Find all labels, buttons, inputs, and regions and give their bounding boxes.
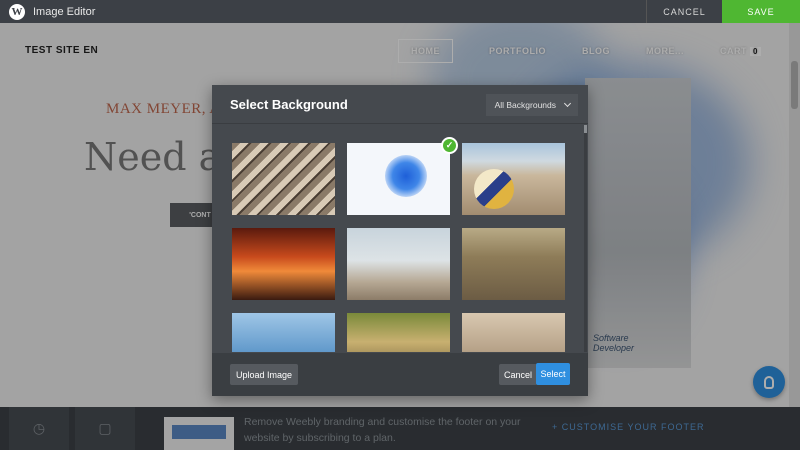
background-thumbnail-sunset-cyclist[interactable]	[232, 228, 335, 300]
cancel-button[interactable]: CANCEL	[646, 0, 722, 23]
background-thumbnail-road-cyclist[interactable]	[462, 228, 565, 300]
selected-checkmark-icon: ✓	[441, 137, 458, 154]
modal-scrollbar[interactable]	[584, 125, 587, 352]
background-thumbnail-volleyball[interactable]	[462, 143, 565, 215]
modal-select-button[interactable]: Select	[536, 363, 570, 385]
app-title: Image Editor	[33, 5, 96, 18]
background-thumbnail-blue-splash[interactable]	[347, 143, 450, 215]
background-thumbnail-beach-swing[interactable]	[347, 228, 450, 300]
modal-title: Select Background	[230, 96, 348, 112]
modal-footer: Upload Image Cancel Select	[212, 353, 588, 396]
background-thumbnail-mountain-bike-trail[interactable]	[462, 313, 565, 352]
weebly-logo-icon: W	[9, 3, 25, 20]
background-thumbnail-surfer[interactable]	[232, 313, 335, 352]
modal-cancel-button[interactable]: Cancel	[499, 364, 538, 385]
background-filter-dropdown[interactable]: All Backgrounds	[485, 94, 578, 116]
background-thumbnail-architecture[interactable]	[232, 143, 335, 215]
upload-image-button[interactable]: Upload Image	[230, 364, 299, 385]
chevron-down-icon	[563, 99, 572, 108]
background-grid	[212, 125, 588, 352]
select-background-modal: Select Background All Backgrounds Upload…	[212, 85, 588, 396]
editor-top-bar: W Image Editor CANCEL SAVE	[0, 0, 800, 23]
background-thumbnail-mountain-bike-trees[interactable]	[347, 313, 450, 352]
save-button[interactable]: SAVE	[722, 0, 800, 23]
modal-header: Select Background All Backgrounds	[212, 85, 588, 124]
